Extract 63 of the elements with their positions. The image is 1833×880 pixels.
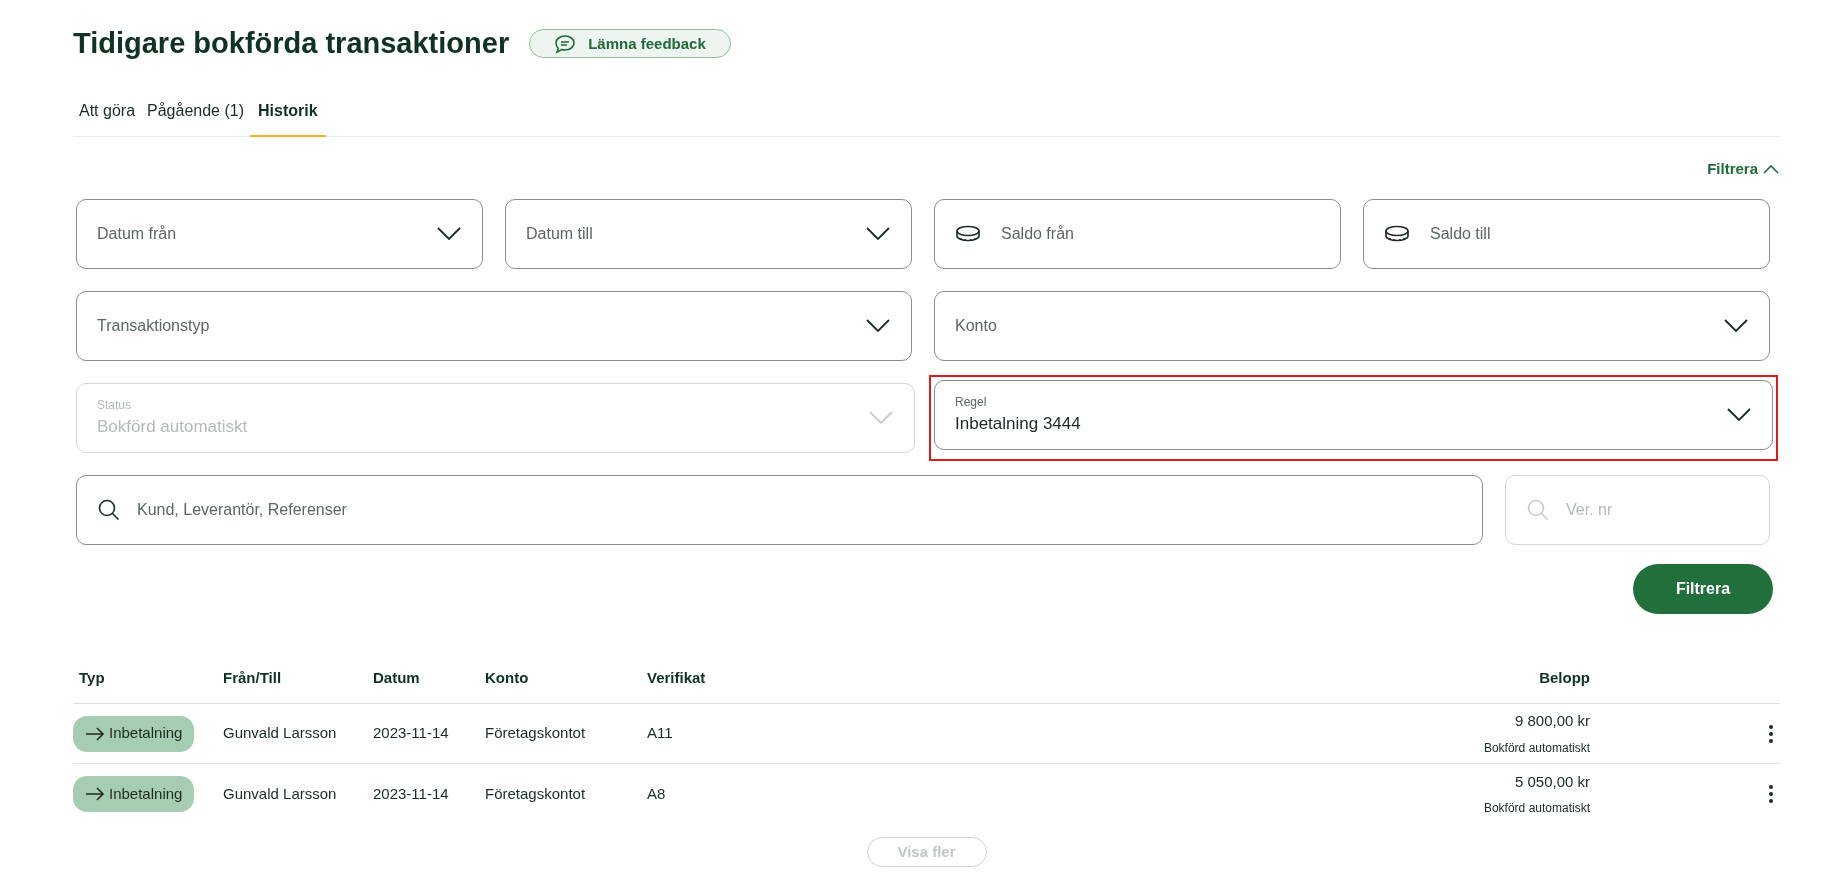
placeholder-text: Transaktionstyp	[97, 316, 211, 336]
table-cell-text: 2023-11-14	[373, 783, 450, 804]
table-cell-text: Företagskontot	[485, 783, 587, 804]
placeholder-text: Ver. nr	[1566, 500, 1614, 520]
type-chip: Inbetalning	[73, 776, 195, 812]
status-text: Bokförd automatiskt	[1483, 800, 1590, 818]
table-cell-text: Företagskontot	[485, 723, 587, 744]
placeholder-text: Konto	[955, 316, 998, 336]
column-header: Belopp	[1539, 668, 1590, 689]
field-label: Regel	[955, 394, 988, 412]
column-header: Från/Till	[223, 668, 283, 689]
placeholder-text: Kund, Leverantör, Referenser	[137, 500, 348, 520]
chevron-down-icon	[868, 410, 894, 426]
coin-icon	[1384, 225, 1410, 243]
amount-field[interactable]: Saldo från	[934, 199, 1341, 269]
dropdown-field[interactable]: Regel Inbetalning 3444	[934, 380, 1773, 450]
chevron-down-icon	[865, 226, 891, 242]
table-cell-text: 2023-11-14	[373, 723, 450, 744]
search-icon	[1526, 498, 1550, 522]
dropdown-field[interactable]: Transaktionstyp	[76, 291, 912, 361]
type-chip: Inbetalning	[73, 715, 195, 752]
filter-button[interactable]: Filtrera	[1633, 564, 1773, 614]
arrow-right-icon	[85, 726, 105, 741]
amount-text: 5 050,00 kr	[1514, 771, 1590, 792]
feedback-button[interactable]: Lämna feedback	[529, 29, 731, 59]
more-options-icon[interactable]	[1768, 784, 1774, 804]
dropdown-field[interactable]: Konto	[934, 291, 1770, 361]
chevron-down-icon	[1726, 407, 1752, 423]
column-header: Verifikat	[647, 668, 707, 689]
tab[interactable]: Historik	[250, 94, 326, 137]
table-cell-text: Gunvald Larsson	[223, 783, 338, 804]
field-label: Status	[97, 397, 133, 415]
table-cell-text: A11	[647, 723, 674, 744]
page-title: Tidigare bokförda transaktioner	[73, 26, 510, 61]
status-text: Bokförd automatiskt	[1483, 739, 1590, 757]
placeholder-text: Datum till	[526, 224, 594, 244]
field-value: Bokförd automatiskt	[97, 416, 249, 439]
chat-icon	[554, 33, 577, 54]
coin-icon	[955, 225, 981, 243]
field-value: Inbetalning 3444	[955, 413, 1082, 436]
search-field[interactable]: Kund, Leverantör, Referenser	[76, 475, 1483, 545]
table-cell-text: Gunvald Larsson	[223, 723, 338, 744]
filter-toggle[interactable]: Filtrera	[1707, 157, 1780, 180]
chevron-icon	[1762, 162, 1780, 175]
chevron-down-icon	[1723, 318, 1749, 334]
more-options-icon[interactable]	[1768, 723, 1774, 744]
chevron-down-icon	[436, 226, 462, 242]
dropdown-field[interactable]: Datum till	[505, 199, 912, 269]
search-icon	[97, 498, 121, 522]
placeholder-text: Saldo från	[1001, 224, 1075, 244]
chevron-down-icon	[865, 318, 891, 334]
amount-field[interactable]: Saldo till	[1363, 199, 1770, 269]
placeholder-text: Datum från	[97, 224, 178, 244]
column-header: Konto	[485, 668, 530, 689]
placeholder-text: Saldo till	[1430, 224, 1492, 244]
column-header: Datum	[373, 668, 421, 689]
arrow-right-icon	[85, 787, 105, 801]
amount-text: 9 800,00 kr	[1514, 711, 1590, 732]
dropdown-field[interactable]: Datum från	[76, 199, 483, 269]
tab[interactable]: Pågående (1)	[141, 94, 250, 137]
column-header: Typ	[78, 668, 106, 689]
tab[interactable]: Att göra	[73, 94, 142, 137]
table-cell-text: A8	[647, 783, 667, 804]
